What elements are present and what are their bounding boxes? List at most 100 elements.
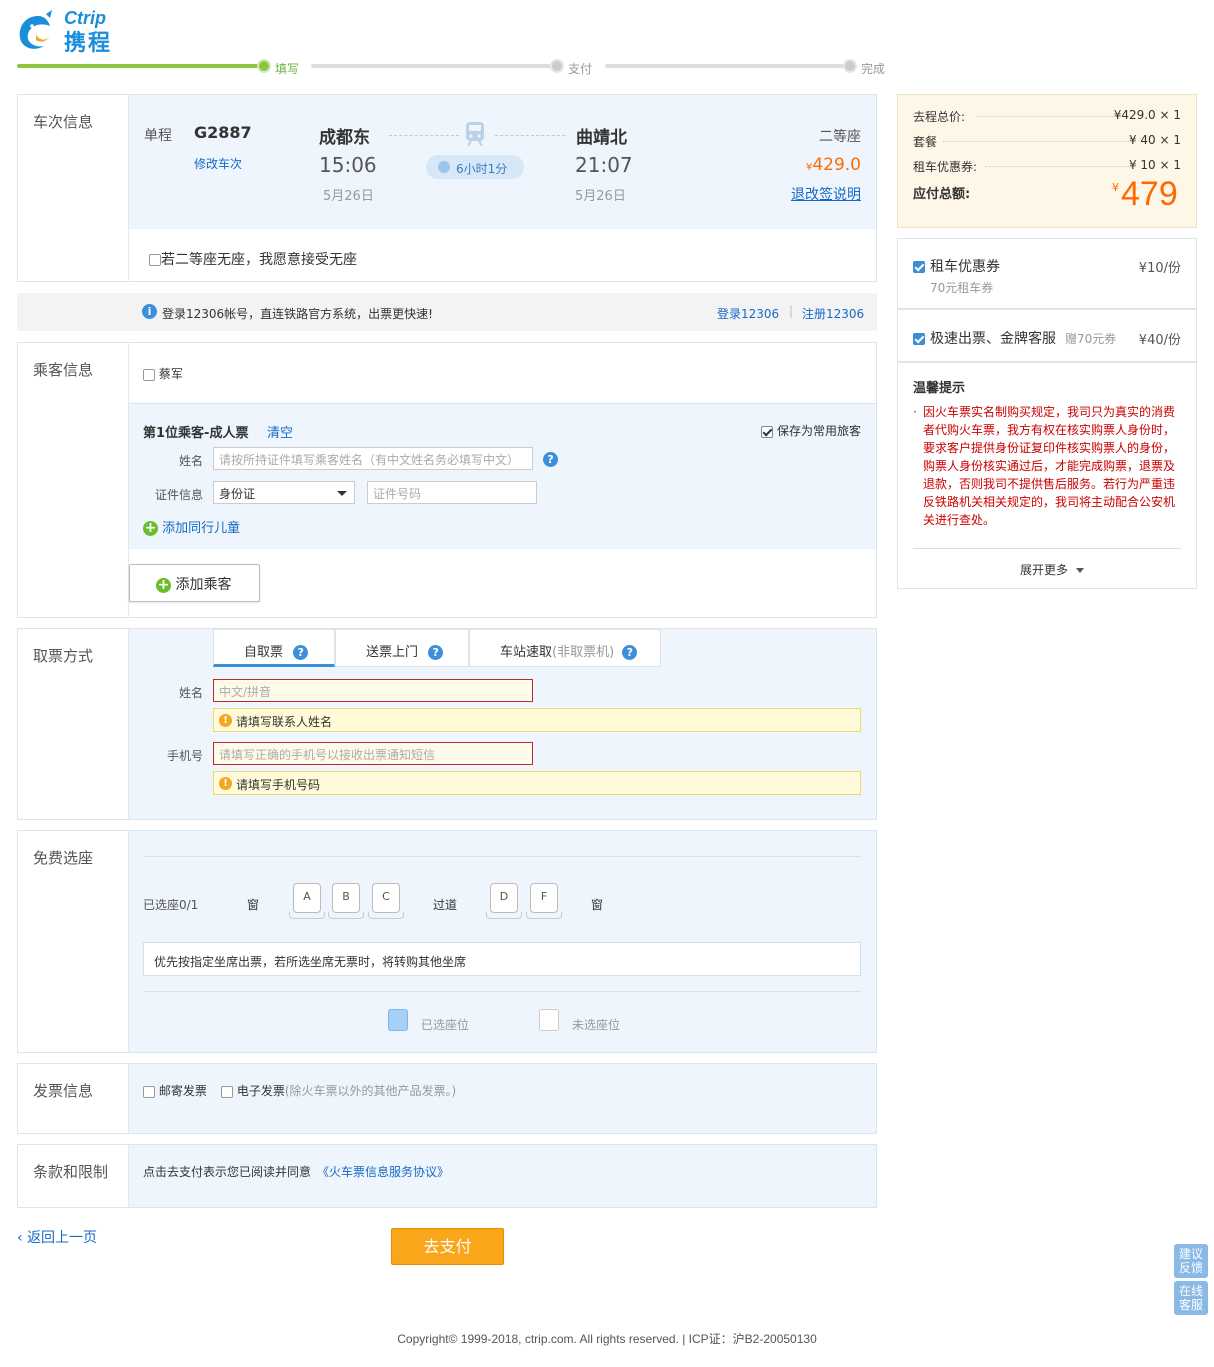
summary-row: 租车优惠券: ¥ 10 × 1 xyxy=(913,158,1181,174)
addon-fast-ticket[interactable]: 极速出票、金牌客服 赠70元券 ¥40/份 xyxy=(897,309,1197,362)
chevron-down-icon xyxy=(1075,568,1084,573)
contact-name-input[interactable]: 中文/拼音 xyxy=(213,679,533,702)
seat-a[interactable]: A xyxy=(289,883,325,919)
help-icon[interactable]: ? xyxy=(428,645,444,660)
addon-car-coupon-checkbox[interactable] xyxy=(913,260,925,273)
contact-name-warning: ! 请填写联系人姓名 xyxy=(213,708,861,732)
section-title-invoice: 发票信息 xyxy=(33,1082,94,1100)
addon-car-coupon[interactable]: 租车优惠券 70元租车券 ¥10/份 xyxy=(897,238,1197,309)
back-link[interactable]: ‹ 返回上一页 xyxy=(17,1227,97,1247)
clear-passenger-link[interactable]: 清空 xyxy=(267,422,293,441)
pickup-section: 取票方式 自取票 ? 送票上门 ? 车站速取(非取票机) ? 姓名 中文/拼音 … xyxy=(17,628,877,820)
progress-line-pending-2 xyxy=(605,64,845,68)
total-amount: 479 xyxy=(1121,175,1178,213)
section-title-passenger: 乘客信息 xyxy=(33,361,94,379)
seat-select-section: 免费选座 已选座0/1 窗 A B C 过道 D F 窗 优先按指定坐席出票，若… xyxy=(17,830,877,1053)
seat-f[interactable]: F xyxy=(526,883,562,919)
train-info-section: 车次信息 单程 G2887 修改车次 成都东 15:06 5月26日 6小时1分… xyxy=(17,94,877,282)
pay-button[interactable]: 去支付 xyxy=(391,1228,504,1265)
arrive-time: 21:07 xyxy=(575,153,633,177)
selected-seat-legend-icon xyxy=(388,1009,408,1031)
no-seat-option[interactable]: 若二等座无座，我愿意接受无座 xyxy=(149,249,357,269)
passenger-card: 第1位乘客-成人票 清空 保存为常用旅客 姓名 请按所持证件填写乘客姓名（有中文… xyxy=(129,403,876,549)
section-title-train: 车次信息 xyxy=(33,113,94,131)
refund-rules-link[interactable]: 退改签说明 xyxy=(791,184,861,204)
phone-input[interactable]: 请填写正确的手机号以接收出票通知短信 xyxy=(213,742,533,765)
ticket-price: ¥429.0 xyxy=(805,155,861,175)
saved-passenger-option[interactable]: 蔡军 xyxy=(143,365,183,382)
step-dot-pay xyxy=(550,59,564,73)
save-frequent-option[interactable]: 保存为常用旅客 xyxy=(761,422,861,439)
from-station: 成都东 xyxy=(319,128,370,148)
help-icon[interactable]: ? xyxy=(293,645,309,660)
tips-title: 温馨提示 xyxy=(913,381,966,396)
price-summary: 去程总价: ¥429.0 × 1 套餐 ¥ 40 × 1 租车优惠券: ¥ 10… xyxy=(897,94,1197,228)
link-separator: | xyxy=(789,304,794,318)
login-12306-link[interactable]: 登录12306 xyxy=(717,305,779,322)
dotted-leader xyxy=(985,166,1131,167)
step-label-fill: 填写 xyxy=(275,62,300,76)
route-dash-left xyxy=(389,135,459,136)
passenger-name-input[interactable]: 请按所持证件填写乘客姓名（有中文姓名务必填写中文） xyxy=(213,447,533,470)
feedback-button[interactable]: 建议反馈 xyxy=(1174,1244,1208,1278)
online-service-button[interactable]: 在线客服 xyxy=(1174,1281,1208,1315)
tab-self-pickup[interactable]: 自取票 ? xyxy=(213,629,335,667)
addon-title: 极速出票、金牌客服 xyxy=(930,331,1056,347)
step-dot-fill xyxy=(257,59,271,73)
add-passenger-button[interactable]: + 添加乘客 xyxy=(129,564,260,602)
contact-name-label: 姓名 xyxy=(179,686,204,700)
seat-c[interactable]: C xyxy=(368,883,404,919)
help-icon[interactable]: ? xyxy=(543,452,558,467)
register-12306-link[interactable]: 注册12306 xyxy=(802,305,864,322)
change-train-link[interactable]: 修改车次 xyxy=(194,155,242,172)
section-title-pickup: 取票方式 xyxy=(33,647,94,665)
clock-icon xyxy=(438,161,450,173)
mail-invoice-checkbox[interactable] xyxy=(143,1085,155,1098)
progress-line-pending xyxy=(311,64,551,68)
saved-passenger-checkbox[interactable] xyxy=(143,368,155,381)
no-seat-checkbox[interactable] xyxy=(149,254,161,266)
mail-invoice-option[interactable]: 邮寄发票 xyxy=(143,1082,207,1099)
train-card: 单程 G2887 修改车次 成都东 15:06 5月26日 6小时1分 曲靖北 … xyxy=(129,95,876,229)
passenger-card-title: 第1位乘客-成人票 xyxy=(143,426,249,441)
dotted-leader xyxy=(977,116,1127,117)
seat-d[interactable]: D xyxy=(486,883,522,919)
progress-line-done xyxy=(17,64,265,68)
plus-icon: + xyxy=(143,520,158,536)
section-title-terms: 条款和限制 xyxy=(33,1163,109,1181)
seat-b[interactable]: B xyxy=(328,883,364,919)
add-child-button[interactable]: + 添加同行儿童 xyxy=(143,517,240,536)
tab-delivery[interactable]: 送票上门 ? xyxy=(335,629,469,667)
invoice-section: 发票信息 邮寄发票 电子发票(除火车票以外的其他产品发票。) xyxy=(17,1063,877,1134)
addon-fast-ticket-checkbox[interactable] xyxy=(913,332,925,345)
terms-text: 点击去支付表示您已阅读并同意 xyxy=(143,1165,312,1179)
divider xyxy=(913,548,1181,549)
phone-label: 手机号 xyxy=(167,749,204,763)
expand-more-button[interactable]: 展开更多 xyxy=(1020,561,1084,578)
step-label-done: 完成 xyxy=(861,62,886,76)
addon-price: ¥10/份 xyxy=(1138,261,1181,276)
window-left-label: 窗 xyxy=(247,898,260,912)
e-invoice-checkbox[interactable] xyxy=(221,1085,233,1098)
addon-title: 租车优惠券 xyxy=(930,259,1000,275)
ctrip-logo[interactable]: Ctrip 携程 xyxy=(16,6,136,56)
save-frequent-checkbox[interactable] xyxy=(761,425,774,438)
addon-sub: 赠70元券 xyxy=(1065,332,1117,346)
chevron-left-icon: ‹ xyxy=(17,1230,23,1246)
id-number-input[interactable]: 证件号码 xyxy=(367,481,537,504)
e-invoice-option[interactable]: 电子发票(除火车票以外的其他产品发票。) xyxy=(221,1082,456,1099)
total-label: 应付总额: xyxy=(913,187,971,202)
summary-row: 套餐 ¥ 40 × 1 xyxy=(913,133,1181,149)
terms-link[interactable]: 《火车票信息服务协议》 xyxy=(317,1163,449,1180)
unselected-seat-legend-icon xyxy=(539,1009,559,1031)
warning-icon: ! xyxy=(219,714,232,727)
chevron-down-icon xyxy=(337,491,347,496)
tips-box: 温馨提示 · 因火车票实名制购买规定，我司只为真实的消费 者代购火车票，我方有权在… xyxy=(897,362,1197,589)
legend-selected: 已选座位 xyxy=(421,1018,470,1032)
login-hint-text: 登录12306帐号，直连铁路官方系统，出票更快速! xyxy=(162,307,433,321)
id-type-select[interactable]: 身份证 xyxy=(213,481,355,504)
tab-station-quick[interactable]: 车站速取(非取票机) ? xyxy=(469,629,661,667)
help-icon[interactable]: ? xyxy=(622,645,638,660)
brand-name-cn: 携程 xyxy=(64,31,113,56)
section-title-seat: 免费选座 xyxy=(33,849,94,867)
